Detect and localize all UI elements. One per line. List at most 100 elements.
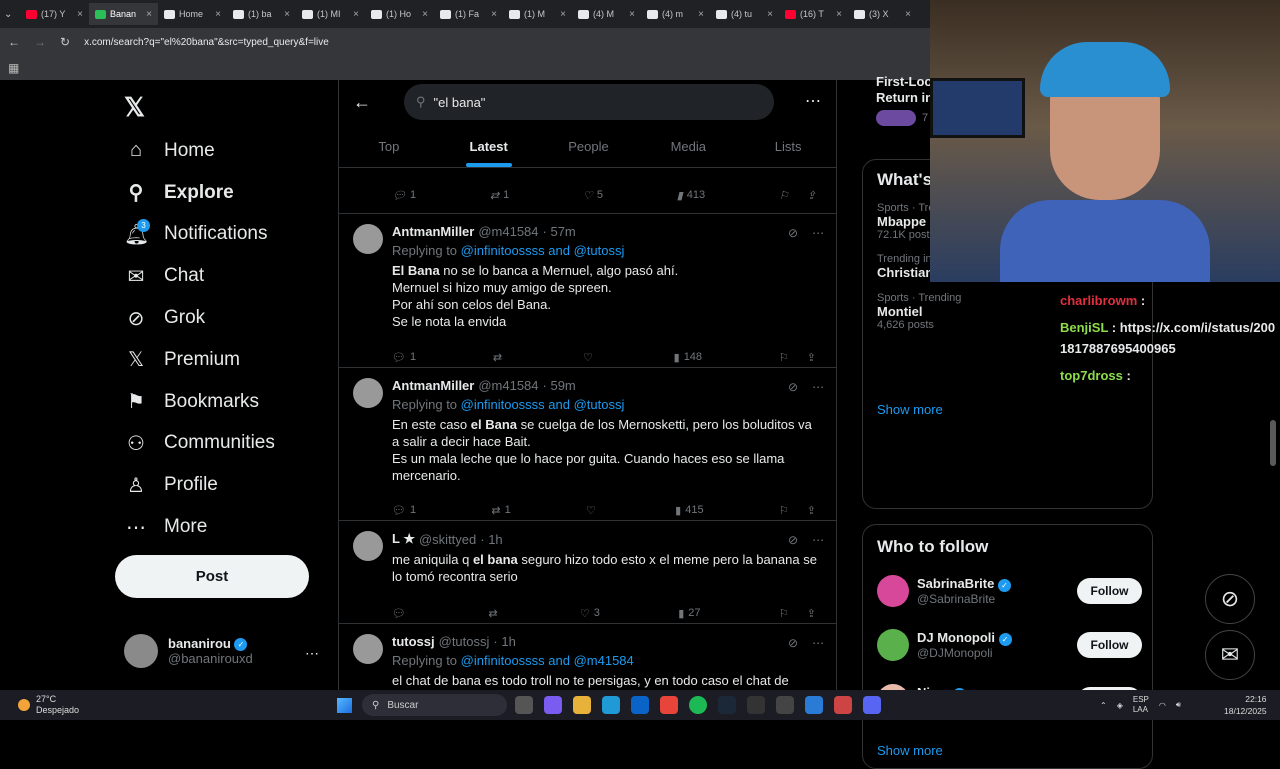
search-input[interactable] <box>433 94 734 110</box>
close-tab-icon[interactable]: × <box>77 9 83 20</box>
app-icon-4[interactable] <box>834 696 852 714</box>
reply-button[interactable]: 💬︎ 1 <box>392 189 416 202</box>
grok-explain-icon[interactable]: ⊘ <box>788 380 798 394</box>
sidebar-item-grok[interactable]: ⊘ Grok <box>124 297 275 339</box>
tweet-avatar[interactable] <box>353 224 383 254</box>
browser-tab[interactable]: (4) M × <box>572 3 641 25</box>
share-icon[interactable]: ⇪ <box>807 351 816 364</box>
reload-icon[interactable]: ↻ <box>60 35 70 49</box>
replying-to-users[interactable]: @infinitoossss and @tutossj <box>461 243 625 258</box>
browser-tab[interactable]: (1) ba × <box>227 3 296 25</box>
browser-tab[interactable]: (1) M × <box>503 3 572 25</box>
app-icon-1[interactable] <box>747 696 765 714</box>
account-more-icon[interactable]: ⋯ <box>305 645 319 662</box>
follow-button[interactable]: Follow <box>1077 632 1142 658</box>
browser-tab[interactable]: (1) Fa × <box>434 3 503 25</box>
windows-start-icon[interactable] <box>337 698 352 713</box>
forward-icon[interactable]: → <box>34 35 46 49</box>
tweet-avatar[interactable] <box>353 634 383 664</box>
x-logo-icon[interactable]: 𝕏 <box>124 92 145 123</box>
task-view-icon[interactable] <box>515 696 533 714</box>
like-button[interactable]: ♡ <box>583 351 597 364</box>
browser-tab[interactable]: (3) X × <box>848 3 917 25</box>
tweet-author-handle[interactable]: @m41584 <box>478 378 538 393</box>
tweet-time[interactable]: · 1h <box>493 634 515 649</box>
share-icon[interactable]: ⇪ <box>807 189 816 202</box>
close-tab-icon[interactable]: × <box>836 9 842 20</box>
bookmark-icon[interactable]: ⚐ <box>779 607 789 620</box>
close-tab-icon[interactable]: × <box>215 9 221 20</box>
post-button[interactable]: Post <box>115 555 309 598</box>
close-tab-icon[interactable]: × <box>353 9 359 20</box>
browser-tab[interactable]: Home × <box>158 3 227 25</box>
tweet-avatar[interactable] <box>353 531 383 561</box>
who-to-follow-show-more-link[interactable]: Show more <box>877 743 943 758</box>
share-icon[interactable]: ⇪ <box>807 607 816 620</box>
browser-tab[interactable]: (1) Ho × <box>365 3 434 25</box>
grok-explain-icon[interactable]: ⊘ <box>788 226 798 240</box>
repost-button[interactable]: ⇄ 1 <box>491 504 510 517</box>
sidebar-item-chat[interactable]: ✉ Chat <box>124 255 275 297</box>
tweet[interactable]: tutossj @tutossj · 1h Replying to @infinito… <box>339 623 836 690</box>
views-button[interactable]: ▮ 148 <box>674 351 702 364</box>
tweet[interactable]: AntmanMiller @m41584 · 57m Replying to @inf… <box>339 213 836 367</box>
tweet-author-name[interactable]: AntmanMiller <box>392 224 474 239</box>
search-box[interactable]: ⚲ <box>404 84 774 120</box>
close-tab-icon[interactable]: × <box>491 9 497 20</box>
tweet-author-handle[interactable]: @skittyed <box>419 532 476 547</box>
app-icon-3[interactable] <box>805 696 823 714</box>
sidebar-item-profile[interactable]: ♙ Profile <box>124 464 275 506</box>
tray-app-icon[interactable]: ◈ <box>1117 701 1123 710</box>
share-icon[interactable]: ⇪ <box>807 504 816 517</box>
sidebar-item-more[interactable]: ⋯ More <box>124 506 275 548</box>
reply-button[interactable]: 💬︎ <box>392 607 410 620</box>
close-tab-icon[interactable]: × <box>422 9 428 20</box>
replying-to-users[interactable]: @infinitoossss and @tutossj <box>461 397 625 412</box>
back-icon[interactable]: ← <box>8 35 20 49</box>
bookmark-icon[interactable]: ⚐ <box>779 351 789 364</box>
sidebar-item-communities[interactable]: ⚇ Communities <box>124 423 275 465</box>
steam-icon[interactable] <box>718 696 736 714</box>
repost-button[interactable]: ⇄ <box>493 351 506 364</box>
tab-latest[interactable]: Latest <box>439 126 539 167</box>
trends-show-more-link[interactable]: Show more <box>877 402 943 417</box>
reply-button[interactable]: 💬︎ 1 <box>392 351 416 364</box>
tweet-more-icon[interactable]: ⋯ <box>812 380 824 394</box>
tweet[interactable]: L ★ @skittyed · 1h me aniquila q el bana se… <box>339 520 836 623</box>
tweet[interactable]: AntmanMiller @m41584 · 59m Replying to @inf… <box>339 367 836 520</box>
tweet-author-name[interactable]: tutossj <box>392 634 435 649</box>
like-button[interactable]: ♡ 5 <box>583 189 603 202</box>
browser-tab[interactable]: (1) MI × <box>296 3 365 25</box>
spotify-icon[interactable] <box>689 696 707 714</box>
close-tab-icon[interactable]: × <box>284 9 290 20</box>
tweet-time[interactable]: · 59m <box>543 378 576 393</box>
grok-explain-icon[interactable]: ⊘ <box>788 636 798 650</box>
taskbar-search[interactable]: ⚲ Buscar <box>362 694 507 716</box>
tweet-author-handle[interactable]: @m41584 <box>478 224 538 239</box>
browser-tab[interactable]: Banan × <box>89 3 158 25</box>
repost-button[interactable]: ⇄ <box>488 607 501 620</box>
tab-people[interactable]: People <box>539 126 639 167</box>
tweet-more-icon[interactable]: ⋯ <box>812 636 824 650</box>
browser-tab[interactable]: (4) m × <box>641 3 710 25</box>
wifi-icon[interactable]: ◠ <box>1159 701 1166 710</box>
reply-button[interactable]: 💬︎ 1 <box>392 504 416 517</box>
sidebar-item-home[interactable]: ⌂ Home <box>124 130 275 172</box>
sidebar-item-premium[interactable]: 𝕏 Premium <box>124 339 275 381</box>
bookmark-icon[interactable]: ⚐ <box>779 189 789 202</box>
discord-icon[interactable] <box>863 696 881 714</box>
tweet-time[interactable]: · 57m <box>543 224 576 239</box>
browser-tab[interactable]: (4) tu × <box>710 3 779 25</box>
messages-fab-icon[interactable]: ✉ <box>1205 630 1255 680</box>
tab-top[interactable]: Top <box>339 126 439 167</box>
replying-to-users[interactable]: @infinitoossss and @m41584 <box>461 653 634 668</box>
grok-fab-icon[interactable]: ⊘ <box>1205 574 1255 624</box>
follow-button[interactable]: Follow <box>1077 578 1142 604</box>
tab-lists[interactable]: Lists <box>738 126 836 167</box>
tab-media[interactable]: Media <box>638 126 738 167</box>
like-button[interactable]: ♡ <box>586 504 600 517</box>
trending-partial[interactable]: First-Loo Return in <box>876 74 933 106</box>
tray-chevron-icon[interactable]: ⌃ <box>1100 701 1107 710</box>
like-button[interactable]: ♡ 3 <box>580 607 600 620</box>
tweet-author-name[interactable]: AntmanMiller <box>392 378 474 393</box>
